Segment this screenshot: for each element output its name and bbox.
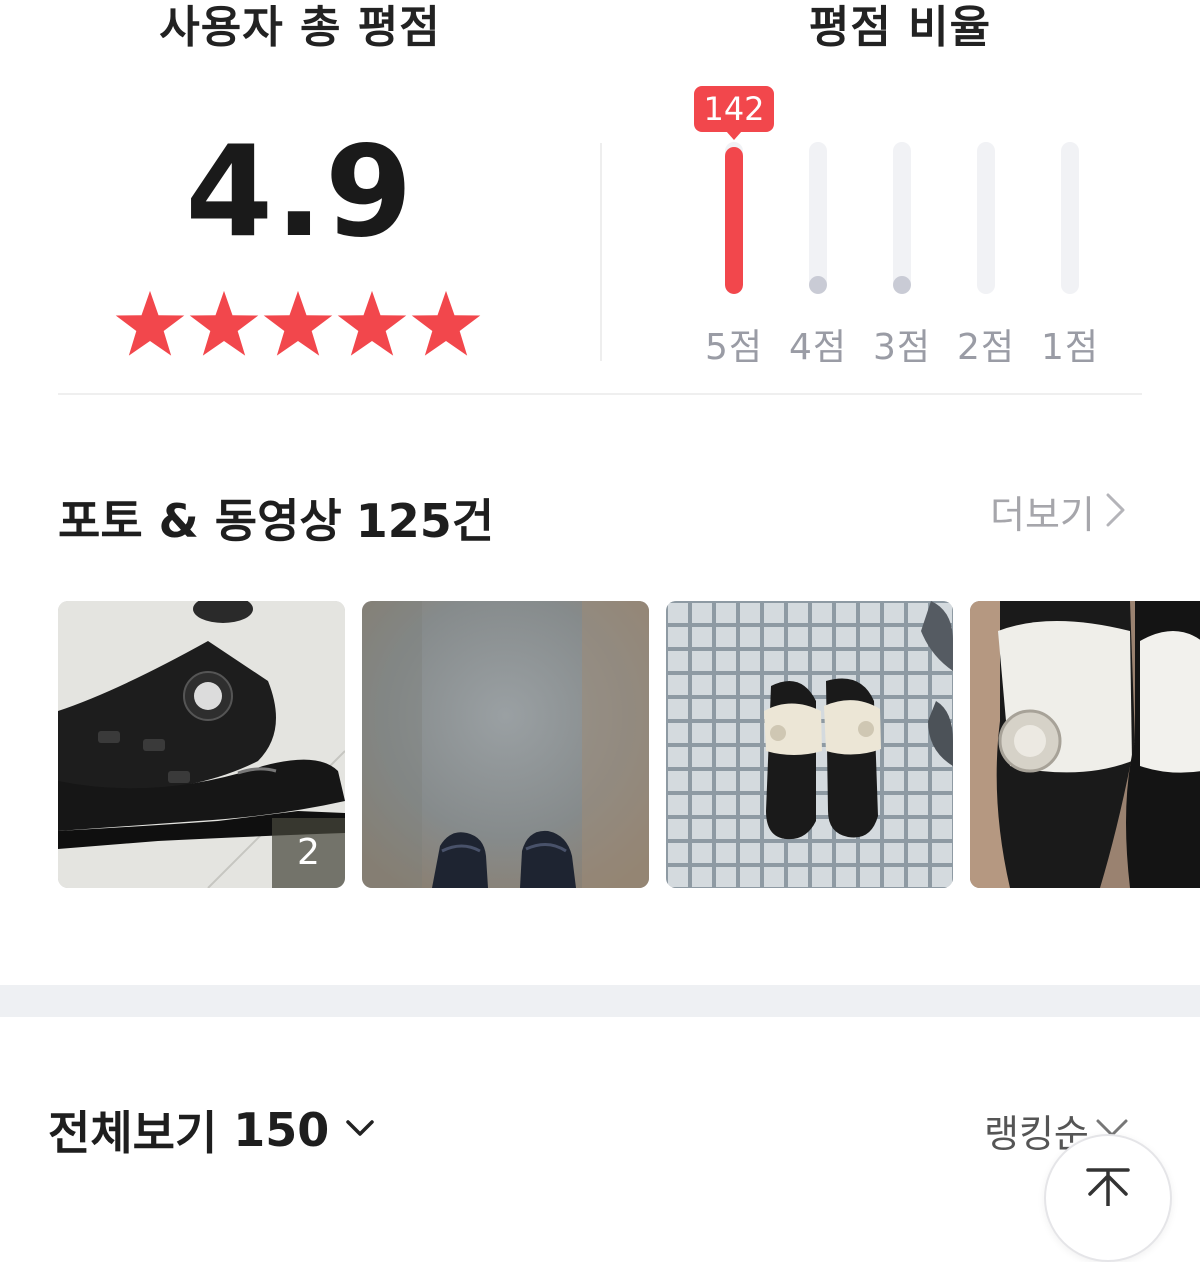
star-icon — [262, 288, 334, 364]
star-icon — [336, 288, 408, 364]
chevron-right-icon — [1105, 490, 1127, 540]
rating-bar-track — [725, 142, 743, 294]
review-filter-dropdown[interactable]: 전체보기 150 — [48, 1100, 375, 1160]
vertical-divider — [600, 143, 602, 361]
star-icon — [188, 288, 260, 364]
more-button[interactable]: 더보기 — [990, 490, 1127, 540]
rating-bar — [809, 142, 827, 294]
rating-bar-fill — [809, 276, 827, 294]
rating-bar — [725, 142, 743, 294]
top-rating-count-badge: 142 — [694, 86, 774, 140]
rating-ratio-title: 평점 비율 — [808, 2, 992, 53]
star-icon — [410, 288, 482, 364]
rating-bar-label: 4점 — [788, 327, 848, 368]
rating-bar — [893, 142, 911, 294]
rating-bar-fill — [725, 147, 743, 294]
photo-count-overlay: 2 — [272, 818, 345, 888]
review-photo-thumbnail[interactable] — [362, 601, 649, 888]
star-icon — [114, 288, 186, 364]
rating-bar — [1061, 142, 1079, 294]
review-photo-thumbnail[interactable] — [666, 601, 953, 888]
rating-bar-track — [893, 142, 911, 294]
chevron-down-icon — [345, 1118, 375, 1142]
more-label: 더보기 — [990, 493, 1095, 537]
average-score: 4.9 — [185, 118, 415, 265]
section-divider — [58, 393, 1142, 395]
filter-label: 전체보기 — [48, 1106, 218, 1160]
rating-bar-label: 5점 — [704, 327, 764, 368]
photo-section-count: 125건 — [355, 494, 495, 548]
review-total-count: 150 — [233, 1103, 330, 1157]
rating-bar-track — [809, 142, 827, 294]
average-rating-title: 사용자 총 평점 — [159, 2, 441, 53]
rating-bar-label: 3점 — [872, 327, 932, 368]
rating-bar-label: 2점 — [956, 327, 1016, 368]
photo-section-title: 포토 & 동영상 125건 — [58, 490, 494, 552]
scroll-to-top-button[interactable] — [1044, 1134, 1172, 1262]
rating-bar — [977, 142, 995, 294]
star-rating — [114, 288, 482, 364]
section-separator — [0, 985, 1200, 1017]
rating-bar-fill — [893, 276, 911, 294]
rating-bar-track — [977, 142, 995, 294]
review-photo-thumbnail[interactable] — [970, 601, 1200, 888]
rating-bar-label: 1점 — [1040, 327, 1100, 368]
photo-section-label: 포토 & 동영상 — [58, 494, 342, 548]
rating-bar-track — [1061, 142, 1079, 294]
review-photo-thumbnail[interactable]: 2 — [58, 601, 345, 888]
